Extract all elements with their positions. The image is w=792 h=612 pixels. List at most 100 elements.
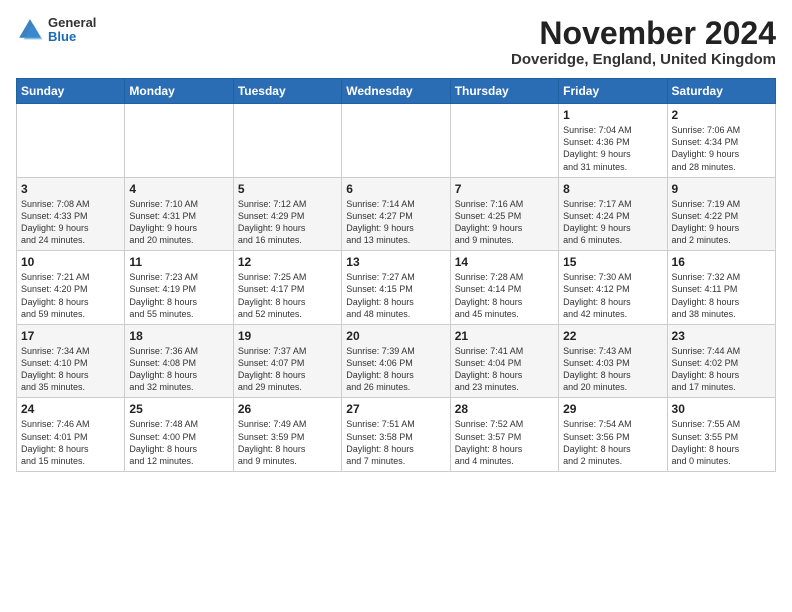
day-number: 8 bbox=[563, 182, 662, 196]
logo-icon bbox=[16, 16, 44, 44]
day-info: Sunrise: 7:19 AM Sunset: 4:22 PM Dayligh… bbox=[672, 198, 771, 247]
day-info: Sunrise: 7:51 AM Sunset: 3:58 PM Dayligh… bbox=[346, 418, 445, 467]
col-monday: Monday bbox=[125, 79, 233, 104]
day-number: 22 bbox=[563, 329, 662, 343]
header-row: Sunday Monday Tuesday Wednesday Thursday… bbox=[17, 79, 776, 104]
day-cell bbox=[233, 104, 341, 178]
day-number: 23 bbox=[672, 329, 771, 343]
day-info: Sunrise: 7:08 AM Sunset: 4:33 PM Dayligh… bbox=[21, 198, 120, 247]
day-cell: 30Sunrise: 7:55 AM Sunset: 3:55 PM Dayli… bbox=[667, 398, 775, 472]
day-cell: 23 Sunrise: 7:44 AM Sunset: 4:02 PM Dayli… bbox=[667, 324, 775, 398]
day-cell: 11 Sunrise: 7:23 AM Sunset: 4:19 PM Dayli… bbox=[125, 251, 233, 325]
day-cell: 24Sunrise: 7:46 AM Sunset: 4:01 PM Dayli… bbox=[17, 398, 125, 472]
day-number: 3 bbox=[21, 182, 120, 196]
day-cell bbox=[17, 104, 125, 178]
day-number: 10 bbox=[21, 255, 120, 269]
day-info: Sunrise: 7:27 AM Sunset: 4:15 PM Dayligh… bbox=[346, 271, 445, 320]
day-info: Sunrise: 7:46 AM Sunset: 4:01 PM Dayligh… bbox=[21, 418, 120, 467]
day-cell bbox=[125, 104, 233, 178]
day-cell: 7 Sunrise: 7:16 AM Sunset: 4:25 PM Daylig… bbox=[450, 177, 558, 251]
day-cell bbox=[342, 104, 450, 178]
day-info: Sunrise: 7:21 AM Sunset: 4:20 PM Dayligh… bbox=[21, 271, 120, 320]
day-info: Sunrise: 7:54 AM Sunset: 3:56 PM Dayligh… bbox=[563, 418, 662, 467]
col-sunday: Sunday bbox=[17, 79, 125, 104]
week-row-4: 17Sunrise: 7:34 AM Sunset: 4:10 PM Dayli… bbox=[17, 324, 776, 398]
day-number: 13 bbox=[346, 255, 445, 269]
day-info: Sunrise: 7:36 AM Sunset: 4:08 PM Dayligh… bbox=[129, 345, 228, 394]
day-cell: 3 Sunrise: 7:08 AM Sunset: 4:33 PM Daylig… bbox=[17, 177, 125, 251]
day-number: 18 bbox=[129, 329, 228, 343]
day-cell: 8Sunrise: 7:17 AM Sunset: 4:24 PM Daylig… bbox=[559, 177, 667, 251]
day-info: Sunrise: 7:12 AM Sunset: 4:29 PM Dayligh… bbox=[238, 198, 337, 247]
day-cell bbox=[450, 104, 558, 178]
day-number: 26 bbox=[238, 402, 337, 416]
week-row-3: 10 Sunrise: 7:21 AM Sunset: 4:20 PM Dayli… bbox=[17, 251, 776, 325]
day-number: 21 bbox=[455, 329, 554, 343]
day-number: 14 bbox=[455, 255, 554, 269]
day-number: 11 bbox=[129, 255, 228, 269]
day-cell: 18 Sunrise: 7:36 AM Sunset: 4:08 PM Dayli… bbox=[125, 324, 233, 398]
day-info: Sunrise: 7:41 AM Sunset: 4:04 PM Dayligh… bbox=[455, 345, 554, 394]
week-row-1: 1Sunrise: 7:04 AM Sunset: 4:36 PM Daylig… bbox=[17, 104, 776, 178]
calendar-table: Sunday Monday Tuesday Wednesday Thursday… bbox=[16, 78, 776, 472]
col-friday: Friday bbox=[559, 79, 667, 104]
day-info: Sunrise: 7:16 AM Sunset: 4:25 PM Dayligh… bbox=[455, 198, 554, 247]
day-info: Sunrise: 7:06 AM Sunset: 4:34 PM Dayligh… bbox=[672, 124, 771, 173]
day-cell: 9 Sunrise: 7:19 AM Sunset: 4:22 PM Daylig… bbox=[667, 177, 775, 251]
col-wednesday: Wednesday bbox=[342, 79, 450, 104]
day-number: 2 bbox=[672, 108, 771, 122]
col-saturday: Saturday bbox=[667, 79, 775, 104]
day-cell: 28 Sunrise: 7:52 AM Sunset: 3:57 PM Dayli… bbox=[450, 398, 558, 472]
day-number: 5 bbox=[238, 182, 337, 196]
page: General Blue November 2024 Doveridge, En… bbox=[0, 0, 792, 482]
day-number: 1 bbox=[563, 108, 662, 122]
day-cell: 5 Sunrise: 7:12 AM Sunset: 4:29 PM Daylig… bbox=[233, 177, 341, 251]
location: Doveridge, England, United Kingdom bbox=[511, 51, 776, 68]
day-number: 7 bbox=[455, 182, 554, 196]
day-info: Sunrise: 7:25 AM Sunset: 4:17 PM Dayligh… bbox=[238, 271, 337, 320]
day-cell: 20 Sunrise: 7:39 AM Sunset: 4:06 PM Dayli… bbox=[342, 324, 450, 398]
col-tuesday: Tuesday bbox=[233, 79, 341, 104]
day-info: Sunrise: 7:23 AM Sunset: 4:19 PM Dayligh… bbox=[129, 271, 228, 320]
day-info: Sunrise: 7:44 AM Sunset: 4:02 PM Dayligh… bbox=[672, 345, 771, 394]
day-number: 9 bbox=[672, 182, 771, 196]
day-info: Sunrise: 7:28 AM Sunset: 4:14 PM Dayligh… bbox=[455, 271, 554, 320]
logo-blue: Blue bbox=[48, 30, 96, 44]
day-number: 15 bbox=[563, 255, 662, 269]
day-number: 12 bbox=[238, 255, 337, 269]
day-cell: 10 Sunrise: 7:21 AM Sunset: 4:20 PM Dayli… bbox=[17, 251, 125, 325]
day-info: Sunrise: 7:32 AM Sunset: 4:11 PM Dayligh… bbox=[672, 271, 771, 320]
day-cell: 13 Sunrise: 7:27 AM Sunset: 4:15 PM Dayli… bbox=[342, 251, 450, 325]
day-cell: 4 Sunrise: 7:10 AM Sunset: 4:31 PM Daylig… bbox=[125, 177, 233, 251]
day-info: Sunrise: 7:10 AM Sunset: 4:31 PM Dayligh… bbox=[129, 198, 228, 247]
day-number: 29 bbox=[563, 402, 662, 416]
day-cell: 21 Sunrise: 7:41 AM Sunset: 4:04 PM Dayli… bbox=[450, 324, 558, 398]
week-row-2: 3 Sunrise: 7:08 AM Sunset: 4:33 PM Daylig… bbox=[17, 177, 776, 251]
day-info: Sunrise: 7:30 AM Sunset: 4:12 PM Dayligh… bbox=[563, 271, 662, 320]
day-number: 19 bbox=[238, 329, 337, 343]
day-info: Sunrise: 7:14 AM Sunset: 4:27 PM Dayligh… bbox=[346, 198, 445, 247]
logo-general: General bbox=[48, 16, 96, 30]
day-cell: 22Sunrise: 7:43 AM Sunset: 4:03 PM Dayli… bbox=[559, 324, 667, 398]
day-cell: 2 Sunrise: 7:06 AM Sunset: 4:34 PM Daylig… bbox=[667, 104, 775, 178]
day-info: Sunrise: 7:48 AM Sunset: 4:00 PM Dayligh… bbox=[129, 418, 228, 467]
day-cell: 26Sunrise: 7:49 AM Sunset: 3:59 PM Dayli… bbox=[233, 398, 341, 472]
day-info: Sunrise: 7:52 AM Sunset: 3:57 PM Dayligh… bbox=[455, 418, 554, 467]
day-cell: 16Sunrise: 7:32 AM Sunset: 4:11 PM Dayli… bbox=[667, 251, 775, 325]
day-number: 20 bbox=[346, 329, 445, 343]
day-cell: 17Sunrise: 7:34 AM Sunset: 4:10 PM Dayli… bbox=[17, 324, 125, 398]
day-number: 17 bbox=[21, 329, 120, 343]
day-cell: 15 Sunrise: 7:30 AM Sunset: 4:12 PM Dayli… bbox=[559, 251, 667, 325]
day-number: 6 bbox=[346, 182, 445, 196]
day-number: 25 bbox=[129, 402, 228, 416]
day-cell: 6 Sunrise: 7:14 AM Sunset: 4:27 PM Daylig… bbox=[342, 177, 450, 251]
day-cell: 27Sunrise: 7:51 AM Sunset: 3:58 PM Dayli… bbox=[342, 398, 450, 472]
day-cell: 14 Sunrise: 7:28 AM Sunset: 4:14 PM Dayli… bbox=[450, 251, 558, 325]
week-row-5: 24Sunrise: 7:46 AM Sunset: 4:01 PM Dayli… bbox=[17, 398, 776, 472]
day-number: 4 bbox=[129, 182, 228, 196]
day-cell: 25 Sunrise: 7:48 AM Sunset: 4:00 PM Dayli… bbox=[125, 398, 233, 472]
logo: General Blue bbox=[16, 16, 96, 45]
day-info: Sunrise: 7:39 AM Sunset: 4:06 PM Dayligh… bbox=[346, 345, 445, 394]
day-number: 28 bbox=[455, 402, 554, 416]
day-number: 30 bbox=[672, 402, 771, 416]
